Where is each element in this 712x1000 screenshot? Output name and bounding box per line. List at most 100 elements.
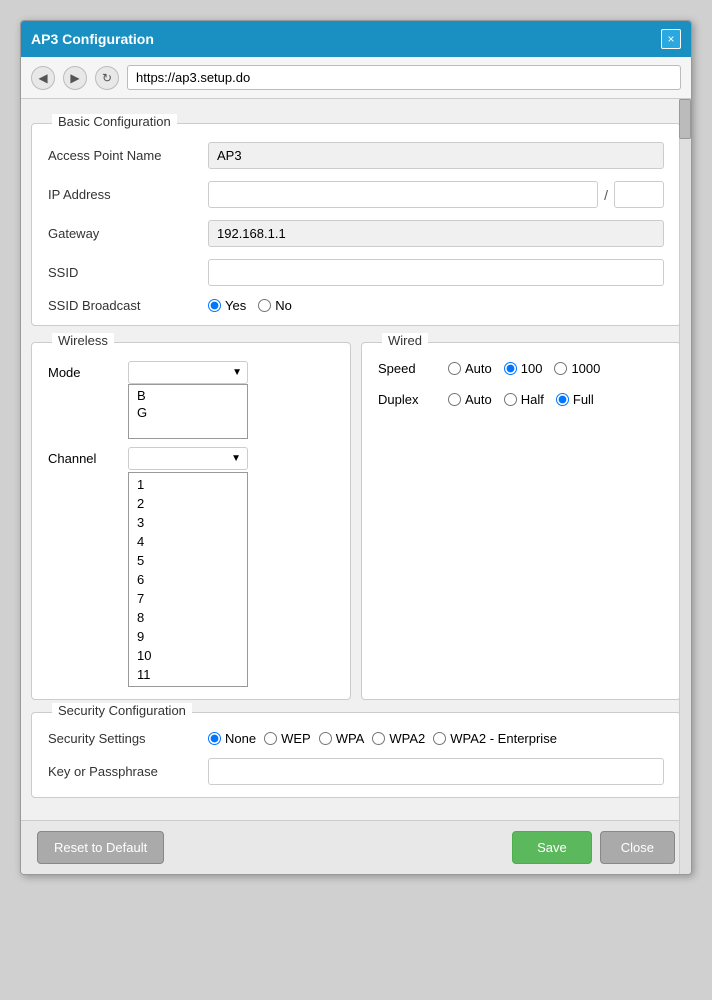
ip-row: IP Address / <box>48 181 664 208</box>
duplex-full[interactable]: Full <box>556 392 594 407</box>
scrollbar-track[interactable] <box>679 99 691 874</box>
channel-option-7[interactable]: 7 <box>133 589 243 608</box>
security-wep-radio[interactable] <box>264 732 277 745</box>
duplex-auto[interactable]: Auto <box>448 392 492 407</box>
basic-config-section: Basic Configuration Access Point Name IP… <box>31 123 681 326</box>
back-button[interactable]: ◀ <box>31 66 55 90</box>
channel-listbox[interactable]: 1 2 3 4 5 6 7 8 9 10 11 <box>128 472 248 687</box>
mode-dropdown-arrow: ▼ <box>232 367 242 378</box>
channel-option-2[interactable]: 2 <box>133 494 243 513</box>
security-wpa2[interactable]: WPA2 <box>372 731 425 746</box>
channel-option-9[interactable]: 9 <box>133 627 243 646</box>
key-input[interactable] <box>208 758 664 785</box>
key-row: Key or Passphrase <box>48 758 664 785</box>
security-wpa[interactable]: WPA <box>319 731 365 746</box>
channel-label: Channel <box>48 447 128 466</box>
ssid-broadcast-no-radio[interactable] <box>258 299 271 312</box>
save-button[interactable]: Save <box>512 831 592 864</box>
ip-address-input[interactable] <box>208 181 598 208</box>
ip-slash: / <box>604 187 608 203</box>
security-config-title: Security Configuration <box>52 703 192 718</box>
gateway-input[interactable] <box>208 220 664 247</box>
duplex-label: Duplex <box>378 392 448 407</box>
security-wpa-radio[interactable] <box>319 732 332 745</box>
title-bar: AP3 Configuration × <box>21 21 691 57</box>
mode-label: Mode <box>48 361 128 380</box>
channel-dropdown-wrapper: ▼ 1 2 3 4 5 6 7 8 9 <box>128 447 248 687</box>
window-title: AP3 Configuration <box>31 31 154 47</box>
mode-select-bar[interactable]: ▼ <box>128 361 248 384</box>
channel-option-11[interactable]: 11 <box>133 665 243 684</box>
content: Basic Configuration Access Point Name IP… <box>21 99 691 820</box>
url-input[interactable] <box>127 65 681 90</box>
channel-option-10[interactable]: 10 <box>133 646 243 665</box>
speed-auto-radio[interactable] <box>448 362 461 375</box>
ssid-broadcast-group: Yes No <box>208 298 292 313</box>
refresh-button[interactable]: ↻ <box>95 66 119 90</box>
mode-select-wrapper: ▼ B G <box>128 361 248 439</box>
duplex-half[interactable]: Half <box>504 392 544 407</box>
security-settings-row: Security Settings None WEP WPA WPA2 <box>48 731 664 746</box>
wireless-section: Wireless Mode ▼ B G <box>31 342 351 700</box>
speed-1000-radio[interactable] <box>554 362 567 375</box>
ssid-broadcast-yes[interactable]: Yes <box>208 298 246 313</box>
ssid-broadcast-row: SSID Broadcast Yes No <box>48 298 664 313</box>
speed-100-radio[interactable] <box>504 362 517 375</box>
security-wpa2-radio[interactable] <box>372 732 385 745</box>
security-settings-group: None WEP WPA WPA2 WPA2 - Enterprise <box>208 731 557 746</box>
duplex-full-radio[interactable] <box>556 393 569 406</box>
channel-row: Channel ▼ 1 2 3 4 5 <box>48 447 334 687</box>
wired-section: Wired Speed Auto 100 1000 <box>361 342 681 700</box>
security-settings-label: Security Settings <box>48 731 208 746</box>
speed-1000[interactable]: 1000 <box>554 361 600 376</box>
nav-bar: ◀ ▶ ↻ <box>21 57 691 99</box>
speed-group: Auto 100 1000 <box>448 361 600 376</box>
reset-button[interactable]: Reset to Default <box>37 831 164 864</box>
bottom-bar: Reset to Default Save Close <box>21 820 691 874</box>
speed-row: Speed Auto 100 1000 <box>378 361 664 376</box>
ssid-row: SSID <box>48 259 664 286</box>
main-window: AP3 Configuration × ◀ ▶ ↻ Basic Configur… <box>20 20 692 875</box>
wireless-title: Wireless <box>52 333 114 348</box>
content-area: Basic Configuration Access Point Name IP… <box>21 99 691 874</box>
action-buttons: Save Close <box>512 831 675 864</box>
window-close-button[interactable]: × <box>661 29 681 49</box>
security-none[interactable]: None <box>208 731 256 746</box>
security-none-radio[interactable] <box>208 732 221 745</box>
speed-label: Speed <box>378 361 448 376</box>
mode-option-b[interactable]: B <box>133 387 243 404</box>
security-wpa2-enterprise-radio[interactable] <box>433 732 446 745</box>
speed-auto[interactable]: Auto <box>448 361 492 376</box>
channel-option-6[interactable]: 6 <box>133 570 243 589</box>
mode-option-g[interactable]: G <box>133 404 243 421</box>
duplex-auto-radio[interactable] <box>448 393 461 406</box>
channel-option-8[interactable]: 8 <box>133 608 243 627</box>
channel-select-bar[interactable]: ▼ <box>128 447 248 470</box>
ssid-input[interactable] <box>208 259 664 286</box>
duplex-half-radio[interactable] <box>504 393 517 406</box>
ip-suffix-input[interactable] <box>614 181 664 208</box>
security-wep[interactable]: WEP <box>264 731 311 746</box>
apn-input[interactable] <box>208 142 664 169</box>
channel-option-3[interactable]: 3 <box>133 513 243 532</box>
channel-option-1[interactable]: 1 <box>133 475 243 494</box>
apn-row: Access Point Name <box>48 142 664 169</box>
ssid-broadcast-label: SSID Broadcast <box>48 298 208 313</box>
scrollbar-thumb[interactable] <box>679 99 691 139</box>
channel-option-5[interactable]: 5 <box>133 551 243 570</box>
security-wpa2-enterprise[interactable]: WPA2 - Enterprise <box>433 731 557 746</box>
key-label: Key or Passphrase <box>48 764 208 779</box>
ssid-label: SSID <box>48 265 208 280</box>
channel-option-4[interactable]: 4 <box>133 532 243 551</box>
wired-title: Wired <box>382 333 428 348</box>
ssid-broadcast-no[interactable]: No <box>258 298 292 313</box>
ip-label: IP Address <box>48 187 208 202</box>
mode-listbox[interactable]: B G <box>128 384 248 439</box>
speed-100[interactable]: 100 <box>504 361 543 376</box>
duplex-group: Auto Half Full <box>448 392 594 407</box>
wireless-wired-row: Wireless Mode ▼ B G <box>31 338 681 700</box>
apn-label: Access Point Name <box>48 148 208 163</box>
ssid-broadcast-yes-radio[interactable] <box>208 299 221 312</box>
forward-button[interactable]: ▶ <box>63 66 87 90</box>
close-button[interactable]: Close <box>600 831 675 864</box>
